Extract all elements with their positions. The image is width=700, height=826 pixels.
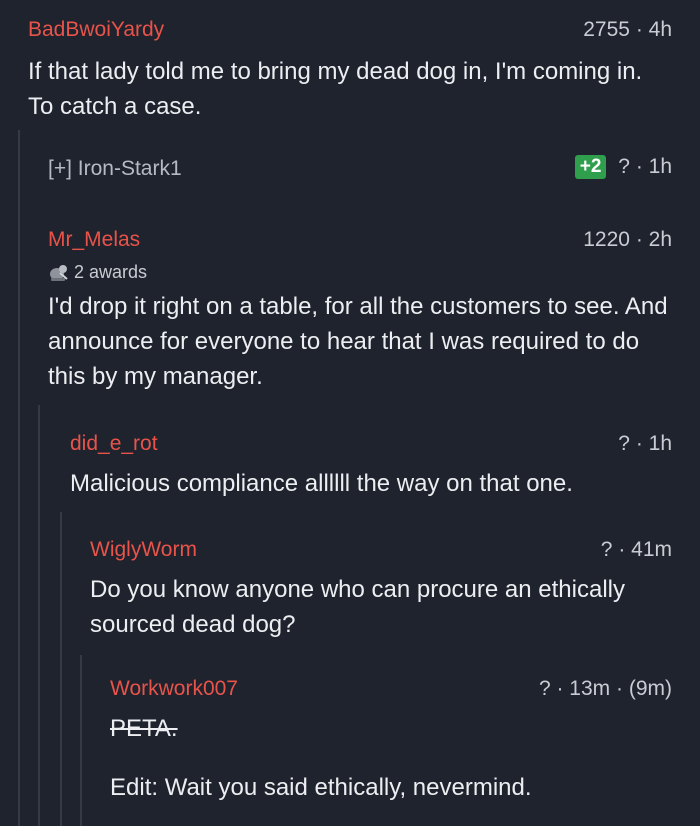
comment-time: 2h — [648, 228, 672, 251]
meta-separator: · — [556, 677, 570, 700]
comment-badbwoiyardy: BadBwoiYardy 2755 · 4h If that lady told… — [28, 18, 672, 124]
collapsed-comment-label[interactable]: [+] Iron-Stark1 — [48, 157, 182, 181]
comment-meta: ? · 41m — [601, 538, 672, 562]
meta-separator: · — [635, 228, 649, 251]
meta-separator: · — [635, 155, 649, 178]
meta-separator: · — [616, 677, 629, 700]
thread-guide-level-3 — [60, 512, 62, 826]
awards-count: 2 awards — [74, 262, 148, 282]
comment-collapsed-iron-stark1[interactable]: [+] Iron-Stark1 +2 ? · 1h — [48, 155, 672, 185]
comment-meta: 2755 · 4h — [583, 18, 672, 42]
comment-author[interactable]: BadBwoiYardy — [28, 18, 164, 42]
comment-time: 4h — [648, 18, 672, 41]
comment-meta: ? · 13m · (9m) — [539, 677, 672, 701]
comment-score: 2755 — [583, 18, 630, 41]
comment-body: Edit: Wait you said ethically, nevermind… — [110, 774, 532, 801]
thread-guide-level-4 — [80, 655, 82, 826]
comment-body: If that lady told me to bring my dead do… — [28, 58, 643, 120]
comment-time: 13m — [569, 677, 611, 700]
comment-score: ? — [618, 432, 630, 455]
meta-separator: · — [635, 432, 649, 455]
comment-score: ? — [618, 155, 630, 178]
comment-body: Malicious compliance allllll the way on … — [70, 470, 573, 497]
comment-score: ? — [600, 538, 613, 561]
comment-author[interactable]: did_e_rot — [70, 432, 158, 456]
score-change-badge: +2 — [574, 155, 607, 179]
comment-score: ? — [538, 677, 551, 700]
thread-guide-level-2 — [38, 405, 40, 826]
comment-score: 1220 — [583, 228, 630, 251]
comment-time: 1h — [648, 432, 672, 455]
struck-text: PETA. — [110, 715, 178, 742]
comment-body: Do you know anyone who can procure an et… — [90, 576, 625, 638]
awards-row[interactable]: 2 awards — [48, 262, 672, 283]
comment-time: 41m — [631, 538, 672, 561]
comment-author[interactable]: WiglyWorm — [90, 538, 197, 562]
comment-mr-melas: Mr_Melas 1220 · 2h 2 awards I'd drop it … — [48, 228, 672, 394]
comment-author[interactable]: Mr_Melas — [48, 228, 140, 252]
comment-meta: 1220 · 2h — [583, 228, 672, 252]
comment-wiglyworm: WiglyWorm ? · 41m Do you know anyone who… — [90, 538, 672, 642]
thread-guide-level-1 — [18, 130, 20, 826]
comment-did-e-rot: did_e_rot ? · 1h Malicious compliance al… — [70, 432, 672, 501]
meta-separator: · — [635, 18, 649, 41]
comment-meta: ? · 1h — [618, 432, 672, 456]
meta-separator: · — [618, 538, 632, 561]
comment-meta: +2 ? · 1h — [574, 155, 672, 179]
comment-author[interactable]: Workwork007 — [110, 677, 238, 701]
comment-edited-time: (9m) — [628, 677, 672, 700]
comment-body: I'd drop it right on a table, for all th… — [48, 293, 668, 390]
comment-time: 1h — [648, 155, 672, 178]
award-icon — [50, 264, 68, 281]
comment-workwork007: Workwork007 ? · 13m · (9m) PETA. Edit: W… — [110, 677, 672, 805]
